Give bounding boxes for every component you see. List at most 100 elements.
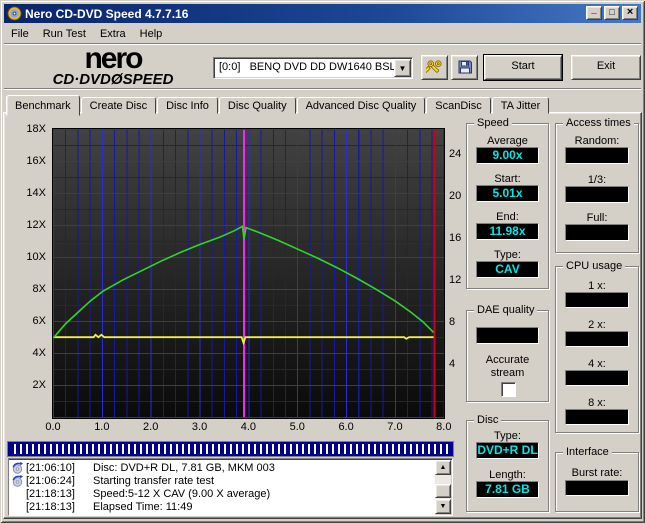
window-title: Nero CD-DVD Speed 4.7.7.16	[25, 6, 189, 21]
type-value: CAV	[476, 261, 539, 278]
save-icon	[458, 60, 472, 74]
type-label: Type:	[494, 249, 521, 261]
y-axis-right-tick: 20	[449, 190, 462, 202]
scrollbar-thumb[interactable]	[435, 484, 451, 498]
x-axis-tick: 0.0	[45, 421, 61, 433]
y-axis-right-tick: 4	[449, 358, 456, 370]
y-axis-left-tick: 6X	[32, 315, 46, 327]
tab-strip: Benchmark Create Disc Disc Info Disc Qualit…	[6, 93, 550, 116]
y-axis-right-tick: 8	[449, 316, 456, 328]
full-value	[565, 224, 629, 241]
tab-ta-jitter[interactable]: TA Jitter	[491, 97, 550, 114]
accurate-stream-label: stream	[490, 367, 525, 379]
log-text: Elapsed Time: 11:49	[93, 500, 193, 513]
y-axis-right-tick: 24	[449, 148, 462, 160]
random-label: Random:	[574, 135, 620, 147]
log-text: Disc: DVD+R DL, 7.81 GB, MKM 003	[93, 461, 275, 474]
tab-disc-info[interactable]: Disc Info	[157, 97, 218, 114]
tab-advanced-disc-quality[interactable]: Advanced Disc Quality	[296, 97, 426, 114]
close-button[interactable]: ×	[622, 6, 638, 20]
benchmark-chart	[52, 128, 445, 419]
tab-benchmark[interactable]: Benchmark	[6, 95, 80, 116]
disc-type-label: Type:	[494, 430, 521, 442]
burst-rate-label: Burst rate:	[571, 467, 623, 479]
log-time: [21:06:10]	[26, 461, 75, 474]
options-button[interactable]	[421, 55, 448, 80]
cpu-1x-value	[565, 292, 629, 308]
scroll-up-icon[interactable]: ▲	[435, 460, 451, 475]
app-window: Nero CD-DVD Speed 4.7.7.16 _ □ × File Ru…	[0, 0, 645, 523]
app-icon	[7, 6, 22, 21]
tab-disc-quality[interactable]: Disc Quality	[218, 97, 296, 114]
chart-series	[52, 130, 436, 417]
access-times-title: Access times	[563, 117, 634, 129]
y-axis-left-tick: 18X	[26, 123, 46, 135]
progress-fill	[10, 444, 451, 454]
x-axis-tick: 5.0	[289, 421, 305, 433]
cpu-usage-panel: CPU usage 1 x: 2 x: 4 x: 8 x:	[555, 260, 639, 433]
menu-file[interactable]: File	[4, 26, 36, 42]
end-label: End:	[496, 211, 519, 223]
menu-run-test[interactable]: Run Test	[36, 26, 93, 42]
accurate-stream-label: Accurate	[485, 354, 530, 366]
accurate-stream-checkbox[interactable]	[501, 382, 516, 397]
one-third-label: 1/3:	[587, 174, 607, 186]
menu-bar: File Run Test Extra Help	[4, 25, 169, 43]
maximize-button[interactable]: □	[604, 6, 620, 20]
disc-event-icon	[12, 461, 24, 474]
disc-panel: Disc Type: DVD+R DL Length: 7.81 GB	[466, 414, 549, 512]
minimize-button[interactable]: _	[586, 6, 602, 20]
y-axis-left-tick: 2X	[32, 379, 46, 391]
menu-extra[interactable]: Extra	[93, 26, 133, 42]
y-axis-left-tick: 12X	[26, 219, 46, 231]
log-entry: [21:06:24] Starting transfer rate test	[11, 474, 214, 487]
log-time: [21:18:13]	[26, 487, 75, 500]
start-button[interactable]: Start	[484, 55, 562, 80]
log-text: Starting transfer rate test	[93, 474, 215, 487]
nero-logo: nero CD·DVDØSPEED	[52, 42, 174, 89]
log-time: [21:18:13]	[26, 500, 75, 513]
log-entry: [21:18:13] Elapsed Time: 11:49	[11, 500, 192, 513]
separator	[4, 88, 641, 90]
test-progress-bar	[8, 442, 453, 456]
cpu-usage-title: CPU usage	[563, 260, 626, 272]
tab-create-disc[interactable]: Create Disc	[80, 97, 157, 114]
tab-scandisc[interactable]: ScanDisc	[426, 97, 491, 114]
y-axis-left-tick: 10X	[26, 251, 46, 263]
log-box: [21:06:10] Disc: DVD+R DL, 7.81 GB, MKM 0…	[8, 458, 453, 516]
exit-button[interactable]: Exit	[571, 55, 641, 80]
cpu-1x-label: 1 x:	[588, 280, 606, 292]
end-value: 11.98x	[476, 223, 539, 240]
average-label: Average	[487, 135, 528, 147]
save-button[interactable]	[451, 55, 478, 80]
cpu-8x-value	[565, 409, 629, 425]
speed-panel: Speed Average 9.00x Start: 5.01x End: 11…	[466, 117, 549, 289]
scroll-down-icon[interactable]: ▼	[435, 499, 451, 514]
log-text: Speed:5-12 X CAV (9.00 X average)	[93, 487, 271, 500]
disc-type-value: DVD+R DL	[476, 442, 539, 459]
drive-selector[interactable]: [0:0] BENQ DVD DD DW1640 BSLB ▼	[213, 57, 413, 79]
x-axis-tick: 8.0	[436, 421, 452, 433]
log-time: [21:06:24]	[26, 474, 75, 487]
disc-event-icon	[12, 474, 24, 487]
full-label: Full:	[586, 212, 608, 224]
x-axis-tick: 1.0	[94, 421, 110, 433]
x-axis-tick: 3.0	[191, 421, 208, 433]
access-times-panel: Access times Random: 1/3: Full:	[555, 117, 639, 253]
cpu-4x-value	[565, 370, 629, 386]
random-value	[565, 147, 629, 164]
disc-length-value: 7.81 GB	[476, 481, 539, 498]
dropdown-arrow-icon[interactable]: ▼	[394, 59, 411, 77]
log-scrollbar[interactable]: ▲ ▼	[435, 460, 451, 514]
menu-help[interactable]: Help	[133, 26, 170, 42]
title-bar: Nero CD-DVD Speed 4.7.7.16 _ □ ×	[4, 4, 641, 23]
disc-panel-title: Disc	[474, 414, 502, 426]
y-axis-left-tick: 16X	[26, 155, 46, 167]
x-axis-tick: 4.0	[240, 421, 257, 433]
y-axis-right-tick: 12	[449, 274, 462, 286]
interface-panel: Interface Burst rate:	[555, 446, 639, 512]
y-axis-left-tick: 14X	[26, 187, 46, 199]
burst-rate-value	[565, 480, 629, 496]
dae-quality-panel: DAE quality Accurate stream	[466, 304, 549, 402]
cpu-8x-label: 8 x:	[588, 397, 606, 409]
